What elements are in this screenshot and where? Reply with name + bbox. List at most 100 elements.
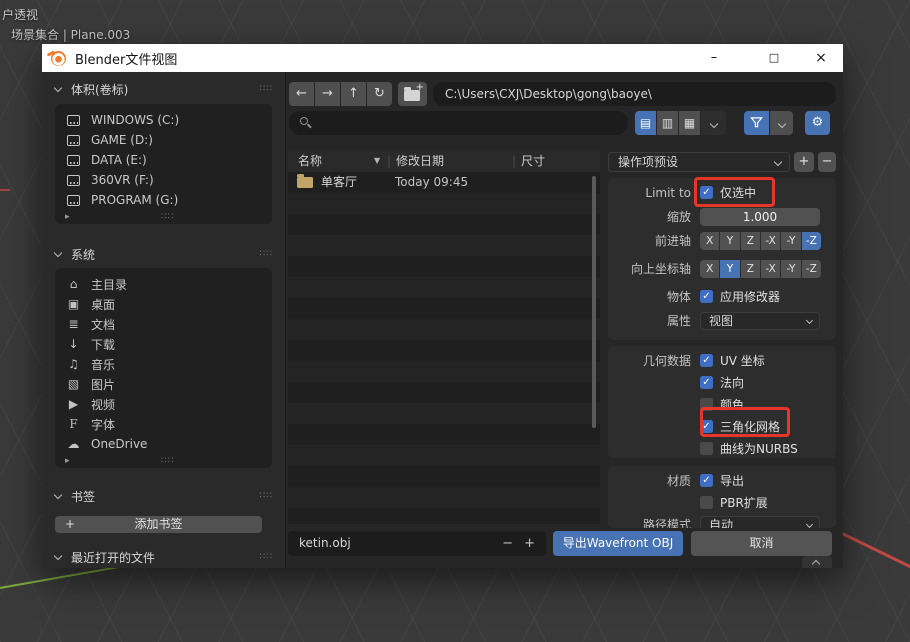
export-materials-checkbox[interactable] [700,474,713,487]
export-materials-label[interactable]: 导出 [720,472,744,490]
minimize-button[interactable]: – [692,44,736,72]
column-name[interactable]: 名称 [298,150,322,172]
refresh-button[interactable]: ↻ [367,82,392,106]
sidebar-item-music[interactable]: ♫ 音乐 [55,354,272,374]
triangulated-mesh-label[interactable]: 三角化网格 [720,418,780,436]
file-list-scrollbar[interactable] [592,176,596,428]
uv-coordinates-checkbox[interactable] [700,354,713,367]
filter-settings-dropdown[interactable] [770,111,793,135]
column-separator[interactable]: | [387,150,391,172]
scale-value-field[interactable]: 1.000 [700,208,820,226]
pbr-extension-checkbox[interactable] [700,496,713,509]
sidebar-item-drive-d[interactable]: GAME (D:) [55,130,272,150]
cancel-button[interactable]: 取消 [691,531,832,556]
axis-z-button[interactable]: Z [741,232,760,250]
column-size[interactable]: 尺寸 [521,150,545,172]
path-mode-dropdown[interactable]: 自动 [700,516,820,528]
remove-preset-button[interactable]: − [818,152,836,172]
grip-icon[interactable]: ∷∷ [161,212,174,222]
search-input[interactable] [289,111,628,135]
sidebar-item-drive-e[interactable]: DATA (E:) [55,150,272,170]
export-obj-button[interactable]: 导出Wavefront OBJ [553,531,683,556]
axis-negz-button[interactable]: -Z [802,260,821,278]
back-button[interactable]: ← [289,82,314,106]
normals-label[interactable]: 法向 [720,374,744,392]
selected-only-label[interactable]: 仅选中 [720,184,756,202]
grip-icon[interactable]: ∷∷ [260,552,273,562]
section-header-system[interactable]: 系统 ∷∷ [55,245,273,263]
colors-label[interactable]: 颜色 [720,396,744,414]
sidebar-item-videos[interactable]: ▶ 视频 [55,394,272,414]
close-button[interactable]: × [799,44,843,72]
new-folder-button[interactable]: + [398,82,427,106]
maximize-button[interactable]: □ [752,44,796,72]
axis-negy-button[interactable]: -Y [781,260,800,278]
sidebar-item-home[interactable]: ⌂ 主目录 [55,274,272,294]
axis-x-button[interactable]: X [700,260,719,278]
axis-x-button[interactable]: X [700,232,719,250]
axis-negx-button[interactable]: -X [761,232,780,250]
decrement-icon[interactable]: − [502,531,513,556]
preset-label: 操作项预设 [618,155,678,169]
view-grid-button[interactable]: ▦ [679,111,700,135]
column-separator[interactable]: | [512,150,516,172]
settings-button[interactable]: ⚙ [805,111,830,135]
collapse-panel-tab[interactable] [802,556,832,568]
triangulated-mesh-checkbox[interactable] [700,420,713,433]
section-header-recent[interactable]: 最近打开的文件 ∷∷ [55,548,273,566]
axis-y-button[interactable]: Y [720,232,739,250]
sidebar-item-drive-f[interactable]: 360VR (F:) [55,170,272,190]
display-settings-dropdown[interactable] [701,111,726,135]
view-detail-button[interactable]: ▥ [657,111,678,135]
colors-checkbox[interactable] [700,398,713,411]
sidebar-item-drive-c[interactable]: WINDOWS (C:) [55,110,272,130]
up-button[interactable]: ↑ [341,82,366,106]
filter-group [744,111,793,135]
properties-dropdown[interactable]: 视图 [700,312,820,330]
grip-icon[interactable]: ∷∷ [260,249,273,259]
forward-button[interactable]: → [315,82,340,106]
add-bookmark-button[interactable]: + 添加书签 [55,516,262,533]
operator-presets-dropdown[interactable]: 操作项预设 [608,152,790,172]
path-field[interactable]: C:\Users\CXJ\Desktop\gong\baoye\ [433,82,836,106]
sidebar-item-downloads[interactable]: ↓ 下载 [55,334,272,354]
normals-checkbox[interactable] [700,376,713,389]
axis-z-button[interactable]: Z [741,260,760,278]
section-header-volumes[interactable]: 体积(卷标) ∷∷ [55,80,273,98]
item-label: 下载 [91,336,115,353]
selected-only-checkbox[interactable] [700,186,713,199]
grip-icon[interactable]: ∷∷ [260,491,273,501]
sidebar-item-fonts[interactable]: F 字体 [55,414,272,434]
apply-modifiers-label[interactable]: 应用修改器 [720,288,780,306]
filename-input[interactable]: ketin.obj − + [288,531,546,556]
axis-negy-button[interactable]: -Y [781,232,800,250]
section-header-bookmarks[interactable]: 书签 ∷∷ [55,487,273,505]
material-label: 材质 [608,472,700,490]
increment-icon[interactable]: + [524,531,535,556]
sidebar-item-onedrive[interactable]: ☁ OneDrive [55,434,272,454]
file-row-folder[interactable]: 单客厅 Today 09:45 [288,172,600,193]
sort-descending-icon[interactable]: ▼ [374,150,380,172]
expand-arrow-icon[interactable]: ▸ [65,212,70,222]
expand-arrow-icon[interactable]: ▸ [65,456,70,466]
axis-y-button[interactable]: Y [720,260,739,278]
curves-as-nurbs-checkbox[interactable] [700,442,713,455]
sidebar-item-pictures[interactable]: ▧ 图片 [55,374,272,394]
uv-coordinates-label[interactable]: UV 坐标 [720,352,765,370]
add-preset-button[interactable]: + [794,152,814,172]
dialog-titlebar[interactable]: Blender文件视图 – □ × [42,44,843,72]
axis-negx-button[interactable]: -X [761,260,780,278]
pbr-extension-label[interactable]: PBR扩展 [720,494,768,512]
grip-icon[interactable]: ∷∷ [161,456,174,466]
column-date[interactable]: 修改日期 [396,150,444,172]
filter-button[interactable] [744,111,769,135]
curves-as-nurbs-label[interactable]: 曲线为NURBS [720,440,798,458]
view-list-button[interactable]: ▤ [635,111,656,135]
grip-icon[interactable]: ∷∷ [260,84,273,94]
sidebar-item-desktop[interactable]: ▣ 桌面 [55,294,272,314]
sidebar-item-documents[interactable]: ≣ 文档 [55,314,272,334]
sidebar-item-drive-g[interactable]: PROGRAM (G:) [55,190,272,210]
apply-modifiers-checkbox[interactable] [700,290,713,303]
axis-negz-button[interactable]: -Z [802,232,821,250]
chevron-up-icon [812,560,820,568]
